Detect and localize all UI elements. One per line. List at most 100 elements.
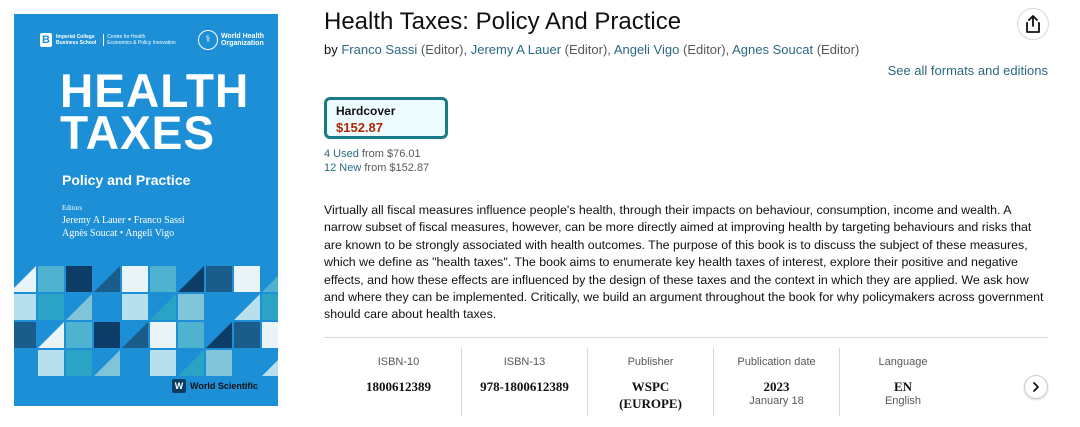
mosaic-tile: [14, 322, 36, 348]
mosaic-tile: [122, 322, 148, 348]
author-role: (Editor),: [564, 42, 611, 57]
attribute-value: 978-1800612389: [480, 379, 569, 394]
mosaic-tile: [94, 350, 120, 376]
author-link[interactable]: Franco Sassi: [341, 42, 417, 57]
used-count-link[interactable]: 4 Used: [324, 148, 359, 160]
format-price: $152.87: [336, 120, 383, 135]
cover-title: HEALTH TAXES: [60, 67, 249, 159]
mosaic-tile: [38, 322, 64, 348]
product-attributes: ISBN-10 1800612389 ISBN-13 978-180061238…: [336, 348, 966, 416]
mosaic-tile: [262, 360, 278, 376]
format-option-hardcover[interactable]: Hardcover $152.87: [324, 97, 448, 139]
author-link[interactable]: Agnes Soucat: [732, 42, 813, 57]
attribute-isbn13: ISBN-13 978-1800612389: [462, 348, 588, 416]
attribute-publication-date: Publication date 2023 January 18: [714, 348, 840, 416]
attribute-isbn10: ISBN-10 1800612389: [336, 348, 462, 416]
new-count-link[interactable]: 12 New: [324, 162, 361, 174]
mosaic-tile: [14, 350, 36, 376]
attribute-label: Publisher: [627, 356, 674, 368]
new-offers[interactable]: 12 New from $152.87: [324, 161, 429, 175]
mosaic-tile: [262, 276, 278, 292]
product-description: Virtually all fiscal measures influence …: [324, 203, 1044, 322]
mosaic-tile: [206, 266, 232, 292]
mosaic-tile: [262, 294, 278, 320]
mosaic-tile: [234, 266, 260, 292]
mosaic-tile: [178, 350, 204, 376]
mosaic-tile: [38, 350, 64, 376]
cover-mosaic: [14, 266, 278, 376]
product-title: Health Taxes: Policy And Practice: [324, 8, 682, 35]
author-role: (Editor): [816, 42, 860, 57]
mosaic-tile: [38, 266, 64, 292]
attribute-value: 2023: [763, 379, 790, 394]
author-link[interactable]: Angeli Vigo: [614, 42, 680, 57]
mosaic-tile: [150, 322, 176, 348]
cover-editors-label: Editors: [62, 204, 83, 212]
format-label: Hardcover: [336, 104, 396, 118]
ws-logo-text: World Scientific: [190, 381, 258, 391]
mosaic-tile: [66, 350, 92, 376]
mosaic-tile: [234, 294, 260, 320]
mosaic-tile: [234, 350, 260, 376]
world-scientific-logo: W World Scientific: [172, 379, 258, 393]
mosaic-tile: [178, 266, 204, 292]
attribute-value: WSPC (EUROPE): [588, 378, 713, 412]
cover-logos: B Imperial College Business School Centr…: [40, 28, 264, 52]
mosaic-tile: [94, 294, 120, 320]
cover-title-line2: TAXES: [60, 106, 216, 159]
attribute-label: ISBN-10: [377, 356, 420, 368]
mosaic-tile: [178, 322, 204, 348]
imperial-line2: Business School: [56, 40, 97, 46]
attribute-value-line2: (EUROPE): [619, 396, 682, 411]
mosaic-tile: [14, 294, 36, 320]
attribute-publisher: Publisher WSPC (EUROPE): [588, 348, 714, 416]
offers: 4 Used from $76.01 12 New from $152.87: [324, 147, 429, 175]
attribute-sub: English: [884, 395, 922, 407]
byline: by Franco Sassi (Editor), Jeremy A Lauer…: [324, 42, 859, 57]
attribute-value: 1800612389: [366, 379, 431, 394]
mosaic-tile: [66, 266, 92, 292]
mosaic-tile: [122, 294, 148, 320]
mosaic-tile: [66, 294, 92, 320]
author-role: (Editor),: [682, 42, 730, 57]
byline-by: by: [324, 42, 338, 57]
mosaic-tile: [234, 322, 260, 348]
mosaic-tile: [150, 294, 176, 320]
attribute-sub: January 18: [749, 395, 804, 407]
attribute-label: Publication date: [737, 356, 816, 368]
mosaic-tile: [122, 266, 148, 292]
mosaic-tile: [94, 322, 120, 348]
attributes-next-button[interactable]: [1024, 375, 1048, 399]
imperial-logo: B Imperial College Business School Centr…: [40, 33, 176, 47]
attribute-value-line1: WSPC: [631, 379, 670, 394]
imperial-b-icon: B: [40, 33, 52, 47]
author-link[interactable]: Jeremy A Lauer: [471, 42, 561, 57]
share-icon: [1026, 15, 1040, 33]
attribute-label: ISBN-13: [503, 356, 546, 368]
mosaic-tile: [66, 322, 92, 348]
mosaic-tile: [262, 322, 278, 348]
attribute-value: EN: [893, 379, 913, 394]
mosaic-tile: [94, 266, 120, 292]
mosaic-tile: [150, 350, 176, 376]
who-line1: World Health: [220, 33, 264, 40]
book-cover-image[interactable]: B Imperial College Business School Centr…: [14, 14, 278, 406]
attribute-language: Language EN English: [840, 348, 966, 416]
author-role: (Editor),: [420, 42, 468, 57]
mosaic-tile: [14, 266, 36, 292]
mosaic-tile: [206, 350, 232, 376]
used-from: from $76.01: [361, 148, 421, 160]
who-emblem-icon: ⚕: [197, 30, 218, 50]
who-logo: ⚕ World Health Organization: [197, 30, 264, 50]
who-line2: Organization: [220, 40, 264, 47]
mosaic-tile: [122, 350, 148, 376]
cover-editors-line1: Jeremy A Lauer • Franco Sassi: [62, 215, 185, 226]
mosaic-tile: [178, 294, 204, 320]
cover-subtitle: Policy and Practice: [62, 172, 191, 188]
used-offers[interactable]: 4 Used from $76.01: [324, 147, 429, 161]
mosaic-tile: [206, 294, 232, 320]
share-button[interactable]: [1017, 8, 1049, 40]
see-all-formats-link[interactable]: See all formats and editions: [888, 63, 1048, 78]
cover-editors-line2: Agnès Soucat • Angeli Vigo: [62, 228, 175, 239]
mosaic-tile: [38, 294, 64, 320]
